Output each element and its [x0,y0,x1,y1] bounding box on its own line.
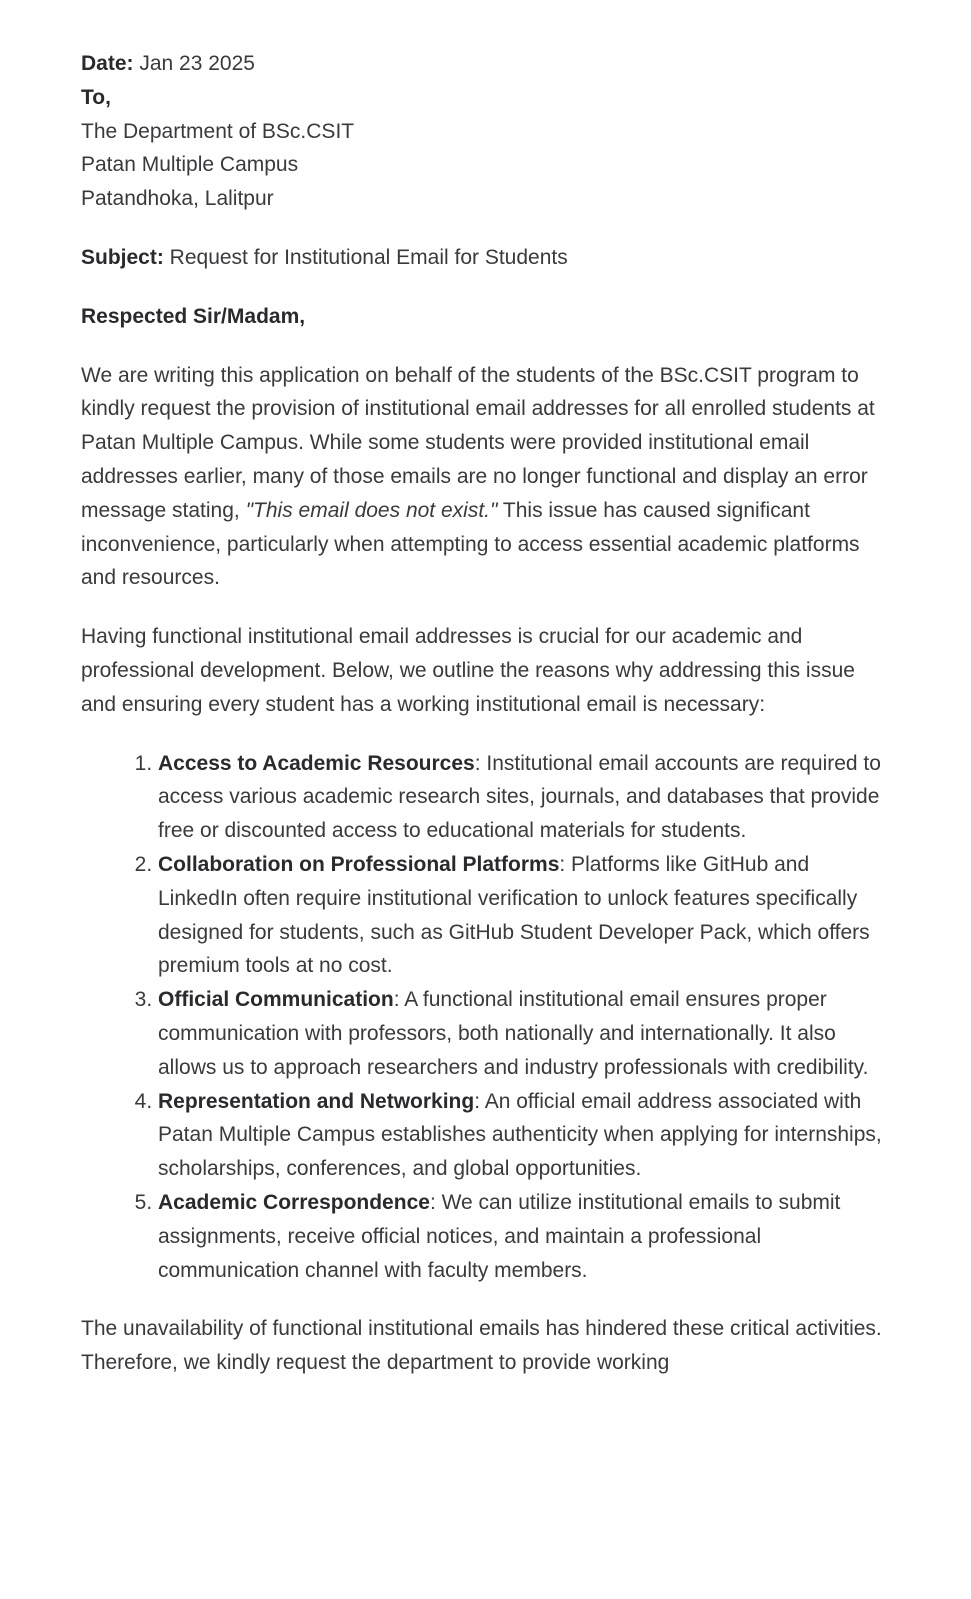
reason-title: Official Communication [158,988,394,1012]
list-item: Access to Academic Resources: Institutio… [158,747,887,848]
list-item: Representation and Networking: An offici… [158,1085,887,1186]
reason-title: Representation and Networking [158,1089,475,1113]
reason-title: Collaboration on Professional Platforms [158,852,560,876]
list-item: Academic Correspondence: We can utilize … [158,1186,887,1287]
salutation: Respected Sir/Madam, [81,300,887,334]
date-label: Date: [81,52,134,75]
subject-label: Subject: [81,245,164,269]
list-item: Collaboration on Professional Platforms:… [158,848,887,983]
date-value: Jan 23 2025 [133,52,255,75]
error-quote: "This email does not exist." [245,498,498,522]
letter-document: Date: Jan 23 2025 To, The Department of … [81,47,887,1380]
subject-value: Request for Institutional Email for Stud… [163,245,568,269]
address-line-1: The Department of BSc.CSIT [81,119,355,143]
reasons-list: Access to Academic Resources: Institutio… [81,747,887,1288]
address-line-3: Patandhoka, Lalitpur [81,187,274,211]
paragraph-3: The unavailability of functional institu… [81,1317,882,1375]
to-label: To, [81,81,887,115]
list-item: Official Communication: A functional ins… [158,983,887,1084]
date-line: Date: Jan 23 2025 [81,47,887,81]
reason-title: Academic Correspondence [158,1190,430,1214]
subject-line: Subject: Request for Institutional Email… [81,241,887,275]
paragraph-1: We are writing this application on behal… [81,359,887,596]
salutation-text: Respected Sir/Madam, [81,304,306,328]
address-line-2: Patan Multiple Campus [81,153,299,177]
to-text: To, [81,85,111,109]
reason-title: Access to Academic Resources [158,751,475,775]
paragraph-2: Having functional institutional email ad… [81,625,855,716]
